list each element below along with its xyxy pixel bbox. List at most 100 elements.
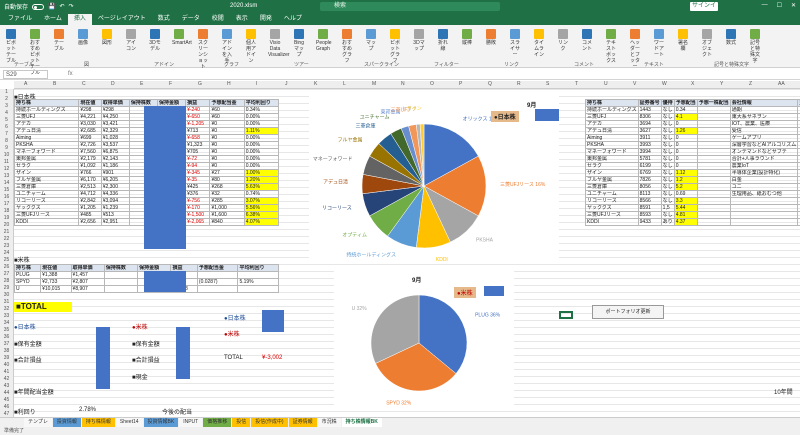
table-cell[interactable]: セラク xyxy=(14,162,80,170)
table-cell[interactable]: ¥1,388 xyxy=(40,271,72,279)
table-cell[interactable]: 0.00% xyxy=(243,162,280,170)
autosave-toggle[interactable] xyxy=(32,3,45,10)
table-cell[interactable]: ¥2,513 xyxy=(78,183,102,191)
menu-tab-7[interactable]: 表示 xyxy=(230,14,254,25)
column-header-O[interactable]: O xyxy=(430,81,434,87)
ribbon-button-16[interactable]: ピボットグラフ xyxy=(388,29,402,64)
row-header-42[interactable]: 42 xyxy=(0,376,13,383)
sheet-tab-3[interactable]: Sheet14 xyxy=(115,418,143,427)
table-cell[interactable]: 0 xyxy=(673,148,698,156)
table-cell[interactable]: 9433 xyxy=(637,218,662,226)
table-cell[interactable]: Aiming xyxy=(585,134,639,142)
table-cell[interactable]: アデュ日清 xyxy=(14,127,80,135)
table-cell[interactable]: ¥4,336 xyxy=(100,190,130,198)
table-cell[interactable]: ユニチャーム xyxy=(585,190,639,198)
menu-tab-9[interactable]: ヘルプ xyxy=(278,14,308,25)
table-cell[interactable]: ¥2,179 xyxy=(78,155,102,163)
table-cell[interactable]: ¥32 xyxy=(209,190,245,198)
table-cell[interactable]: ¥425 xyxy=(185,183,211,191)
table-cell[interactable]: 0 xyxy=(673,141,698,149)
table-cell[interactable]: 1.11% xyxy=(243,127,280,135)
table-cell[interactable]: あり xyxy=(660,218,675,226)
table-cell[interactable]: 東邦金属 xyxy=(14,155,80,163)
table-cell[interactable]: 三菱倉庫 xyxy=(585,183,639,191)
table-cell[interactable]: 0.34% xyxy=(243,106,280,114)
table-cell[interactable]: KDDI xyxy=(14,218,80,226)
row-header-45[interactable]: 45 xyxy=(0,397,13,404)
table-cell[interactable]: アデカ xyxy=(14,120,80,128)
table-cell[interactable]: 持続ホールディングス xyxy=(14,106,80,114)
sheet-tab-1[interactable]: 投資情報 xyxy=(52,418,81,427)
ribbon-button-11[interactable]: Visio Data Visualizer xyxy=(268,29,290,58)
table-cell[interactable]: ¥6,205 xyxy=(100,176,130,184)
table-cell[interactable]: なし xyxy=(660,127,675,135)
row-header-5[interactable]: 5 xyxy=(0,117,13,124)
table-cell[interactable]: ¥2,329 xyxy=(100,127,130,135)
table-cell[interactable]: ¥60 xyxy=(209,106,245,114)
row-header-38[interactable]: 38 xyxy=(0,348,13,355)
row-header-37[interactable]: 37 xyxy=(0,341,13,348)
row-header-14[interactable]: 14 xyxy=(0,180,13,187)
table-cell[interactable]: 3627 xyxy=(637,127,662,135)
row-header-2[interactable]: 2 xyxy=(0,96,13,103)
table-cell[interactable]: 5.56% xyxy=(243,204,280,212)
name-box[interactable]: S29 xyxy=(3,69,48,79)
column-header-K[interactable]: K xyxy=(314,81,317,87)
ribbon-button-4[interactable]: 図形 xyxy=(100,29,114,46)
column-header-M[interactable]: M xyxy=(372,81,376,87)
table-cell[interactable] xyxy=(696,148,731,156)
table-cell[interactable]: ¥-240 xyxy=(185,106,211,114)
table-cell[interactable]: なし xyxy=(660,106,675,114)
column-header-T[interactable]: T xyxy=(575,81,578,87)
table-cell[interactable]: ゲームアプリ xyxy=(729,134,799,142)
row-header-24[interactable]: 24 xyxy=(0,250,13,257)
row-header-39[interactable]: 39 xyxy=(0,355,13,362)
table-cell[interactable]: 1443 xyxy=(637,106,662,114)
table-cell[interactable]: ¥298 xyxy=(100,106,130,114)
ribbon-button-26[interactable]: ヘッダーとフッター xyxy=(628,29,642,70)
ribbon-button-30[interactable]: 数式 xyxy=(724,29,738,46)
table-cell[interactable] xyxy=(103,278,139,286)
table-cell[interactable]: ¥1,092 xyxy=(78,162,102,170)
row-header-11[interactable]: 11 xyxy=(0,159,13,166)
table-cell[interactable]: 8056 xyxy=(637,183,662,191)
table-cell[interactable] xyxy=(696,162,731,170)
table-cell[interactable]: なし xyxy=(660,134,675,142)
ribbon-button-20[interactable]: 勝敗 xyxy=(484,29,498,46)
table-cell[interactable] xyxy=(696,176,731,184)
redo-icon[interactable]: ↷ xyxy=(69,3,74,10)
menu-tab-6[interactable]: 校閲 xyxy=(206,14,230,25)
table-cell[interactable]: ザイン xyxy=(14,169,80,177)
ribbon-button-31[interactable]: 記号と特殊文字 xyxy=(748,29,762,64)
table-cell[interactable]: ¥0 xyxy=(209,127,245,135)
table-cell[interactable] xyxy=(696,113,731,121)
ribbon-button-27[interactable]: ワードアート xyxy=(652,29,666,58)
table-cell[interactable]: ¥0 xyxy=(209,141,245,149)
table-cell[interactable]: (0.0287) xyxy=(196,278,239,286)
row-header-36[interactable]: 36 xyxy=(0,334,13,341)
table-cell[interactable]: 受信 xyxy=(729,127,799,135)
row-header-22[interactable]: 22 xyxy=(0,236,13,243)
table-cell[interactable]: 3.07% xyxy=(243,197,280,205)
table-cell[interactable]: ¥0 xyxy=(209,148,245,156)
table-cell[interactable]: オンデマンドなどサブテ xyxy=(729,148,799,156)
ribbon-button-9[interactable]: アドインを入手 xyxy=(220,29,234,64)
table-cell[interactable]: 生理用品、紙おむつ他 xyxy=(729,190,799,198)
table-cell[interactable]: 3694 xyxy=(637,120,662,128)
column-header-Q[interactable]: Q xyxy=(488,81,492,87)
table-cell[interactable]: ¥6,875 xyxy=(100,148,130,156)
column-header-N[interactable]: N xyxy=(401,81,405,87)
table-cell[interactable]: ¥60 xyxy=(209,113,245,121)
portfolio-update-button[interactable]: ポートフォリオ更新 xyxy=(592,305,664,319)
row-header-29[interactable]: 29 xyxy=(0,285,13,292)
table-cell[interactable]: 1.2 xyxy=(673,176,698,184)
row-header-27[interactable]: 27 xyxy=(0,271,13,278)
menu-tab-0[interactable]: ファイル xyxy=(2,14,38,25)
ribbon-button-5[interactable]: アイコン xyxy=(124,29,138,52)
table-cell[interactable]: 5.63% xyxy=(243,183,280,191)
signin-button[interactable]: サインイン xyxy=(690,2,718,18)
table-cell[interactable]: 半導体企業(設計特化) xyxy=(729,169,799,177)
table-cell[interactable]: なし xyxy=(660,155,675,163)
table-cell[interactable]: 白金 xyxy=(729,176,799,184)
table-cell[interactable]: ¥1,186 xyxy=(100,162,130,170)
